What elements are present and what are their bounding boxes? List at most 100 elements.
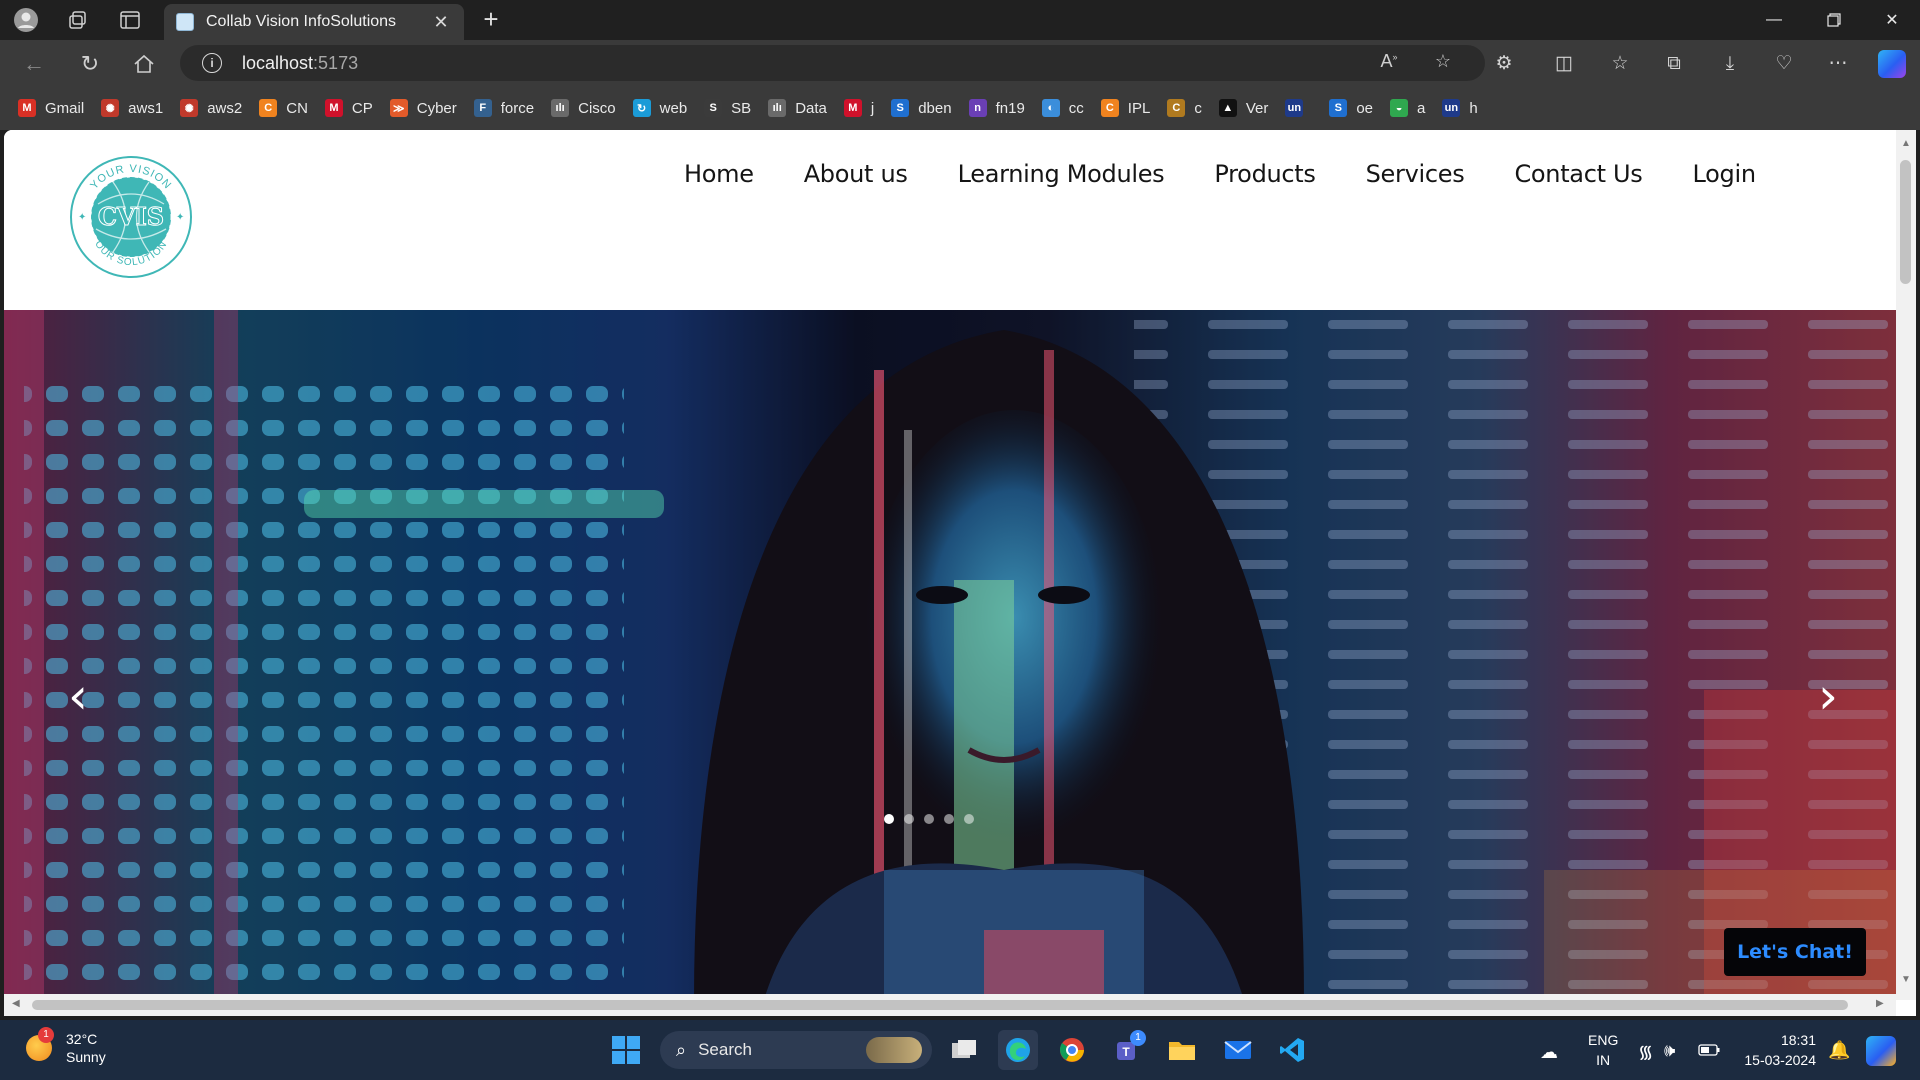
hero-image <box>4 310 1896 1000</box>
bookmark-item[interactable]: un <box>1285 99 1312 117</box>
address-bar-row: ← ↻ i localhost:5173 A» ☆ ⚙ ◫ ☆ ⧉ ⤓ ♡ ⋯ <box>0 40 1920 86</box>
scroll-left-icon[interactable]: ◀ <box>12 998 20 1009</box>
split-screen-icon[interactable]: ◫ <box>1550 50 1578 78</box>
home-icon[interactable] <box>128 48 160 80</box>
bookmark-item[interactable]: Mj <box>843 99 874 117</box>
weather-widget[interactable]: 1 32°C Sunny <box>26 1027 106 1066</box>
clock[interactable]: 18:31 15-03-2024 <box>1730 1030 1816 1070</box>
language-indicator[interactable]: ENG IN <box>1588 1030 1618 1070</box>
company-logo[interactable]: CVIS YOUR VISION OUR SOLUTION ✦ ✦ <box>68 154 194 280</box>
nav-contact-us[interactable]: Contact Us <box>1514 160 1642 188</box>
carousel-dot[interactable] <box>884 814 894 824</box>
extensions-icon[interactable]: ⚙ <box>1490 50 1518 78</box>
file-explorer-icon[interactable] <box>1162 1030 1202 1070</box>
scroll-down-icon[interactable]: ▼ <box>1901 974 1911 985</box>
copilot-taskbar-icon[interactable] <box>1866 1036 1896 1066</box>
volume-icon[interactable]: 🕪 <box>1664 1040 1675 1061</box>
bookmark-item[interactable]: ↻ web <box>632 99 687 117</box>
address-bar[interactable]: i localhost:5173 A» ☆ <box>180 45 1485 81</box>
copilot-icon[interactable] <box>1878 50 1906 78</box>
nav-services[interactable]: Services <box>1366 160 1465 188</box>
lets-chat-button[interactable]: Let's Chat! <box>1724 928 1866 976</box>
start-icon[interactable] <box>606 1030 646 1070</box>
site-info-icon[interactable]: i <box>202 53 222 73</box>
horizontal-scroll-thumb[interactable] <box>32 1000 1848 1010</box>
collections-icon[interactable]: ⧉ <box>1660 50 1688 78</box>
svg-text:CVIS: CVIS <box>98 202 164 231</box>
carousel-dot[interactable] <box>924 814 934 824</box>
bookmark-item[interactable]: ▲ Ver <box>1218 99 1268 117</box>
scroll-up-icon[interactable]: ▲ <box>1901 138 1911 149</box>
tab-actions-icon[interactable] <box>116 6 144 34</box>
edge-icon[interactable] <box>998 1030 1038 1070</box>
bookmark-item[interactable]: ılı Cisco <box>551 99 616 117</box>
bookmark-label: c <box>1194 99 1202 117</box>
clock-date: 15-03-2024 <box>1744 1052 1816 1068</box>
bookmark-label: CN <box>286 99 308 117</box>
battery-icon[interactable] <box>1698 1043 1720 1059</box>
chrome-icon[interactable] <box>1052 1030 1092 1070</box>
notification-bell-icon[interactable]: 🔔 <box>1828 1040 1850 1061</box>
profile-avatar-icon[interactable] <box>12 6 40 34</box>
back-icon[interactable]: ← <box>18 48 50 80</box>
bookmark-item[interactable]: C IPL <box>1100 99 1151 117</box>
page-viewport: CVIS YOUR VISION OUR SOLUTION ✦ ✦ Home A… <box>4 130 1916 1016</box>
browser-essentials-icon[interactable]: ♡ <box>1770 50 1798 78</box>
bookmark-item[interactable]: M Gmail <box>18 99 84 117</box>
more-menu-icon[interactable]: ⋯ <box>1824 50 1852 78</box>
wifi-icon[interactable]: ᯾ <box>1638 1040 1653 1064</box>
bookmark-item[interactable]: n fn19 <box>968 99 1025 117</box>
nav-products[interactable]: Products <box>1214 160 1316 188</box>
carousel-prev-icon[interactable]: ‹ <box>58 666 98 726</box>
close-window-icon[interactable]: ✕ <box>1864 0 1920 40</box>
bookmark-item[interactable]: M CP <box>324 99 373 117</box>
bookmark-label: IPL <box>1127 99 1151 117</box>
bookmark-item[interactable]: Fforce <box>473 99 534 117</box>
minimize-icon[interactable]: — <box>1746 0 1802 40</box>
carousel-dot[interactable] <box>944 814 954 824</box>
restore-icon[interactable] <box>1806 0 1862 40</box>
bookmark-item[interactable]: ılı Data <box>768 99 827 117</box>
tab-favicon-icon <box>176 13 194 31</box>
bookmark-item[interactable]: un h <box>1442 99 1478 117</box>
read-aloud-icon[interactable]: A» <box>1376 51 1402 75</box>
bookmark-favicon-icon: ılı <box>768 99 787 117</box>
bookmark-item[interactable]: Sdben <box>891 99 952 117</box>
downloads-icon[interactable]: ⤓ <box>1716 50 1744 78</box>
bookmark-item[interactable]: ≫ Cyber <box>389 99 457 117</box>
carousel-next-icon[interactable]: › <box>1808 666 1848 726</box>
bookmark-item[interactable]: ◒ a <box>1390 99 1425 117</box>
taskbar-search[interactable]: ⌕ Search <box>660 1031 932 1069</box>
nav-home[interactable]: Home <box>684 160 754 188</box>
url-text[interactable]: localhost:5173 <box>242 53 358 74</box>
onedrive-icon[interactable]: ☁ <box>1540 1042 1558 1063</box>
favorite-star-icon[interactable]: ☆ <box>1430 51 1456 75</box>
new-tab-icon[interactable]: + <box>476 6 506 34</box>
vertical-scroll-thumb[interactable] <box>1900 160 1911 284</box>
favorites-icon[interactable]: ☆ <box>1606 50 1634 78</box>
active-tab[interactable]: Collab Vision InfoSolutions ✕ <box>164 4 464 40</box>
bookmark-favicon-icon: M <box>843 99 862 117</box>
tab-close-icon[interactable]: ✕ <box>430 12 452 33</box>
bookmark-favicon-icon: S <box>891 99 910 117</box>
nav-learning-modules[interactable]: Learning Modules <box>958 160 1165 188</box>
bookmark-item[interactable]: S SB <box>704 99 751 117</box>
scroll-right-icon[interactable]: ▶ <box>1876 998 1884 1009</box>
workspaces-icon[interactable] <box>64 6 92 34</box>
bookmark-item[interactable]: C CN <box>259 99 308 117</box>
bookmark-item[interactable]: ◐ cc <box>1041 99 1084 117</box>
bookmark-item[interactable]: ✺ aws1 <box>101 99 163 117</box>
nav-login[interactable]: Login <box>1693 160 1757 188</box>
teams-icon[interactable]: T 1 <box>1108 1030 1148 1070</box>
nav-about-us[interactable]: About us <box>804 160 908 188</box>
mail-icon[interactable] <box>1218 1030 1258 1070</box>
task-view-icon[interactable] <box>944 1030 984 1070</box>
carousel-dot[interactable] <box>964 814 974 824</box>
vscode-icon[interactable] <box>1272 1030 1312 1070</box>
bookmark-item[interactable]: Cc <box>1167 99 1202 117</box>
bookmark-item[interactable]: Soe <box>1329 99 1373 117</box>
refresh-icon[interactable]: ↻ <box>74 48 106 80</box>
carousel-dot[interactable] <box>904 814 914 824</box>
bookmark-favicon-icon: n <box>968 99 987 117</box>
bookmark-item[interactable]: ✺ aws2 <box>180 99 242 117</box>
